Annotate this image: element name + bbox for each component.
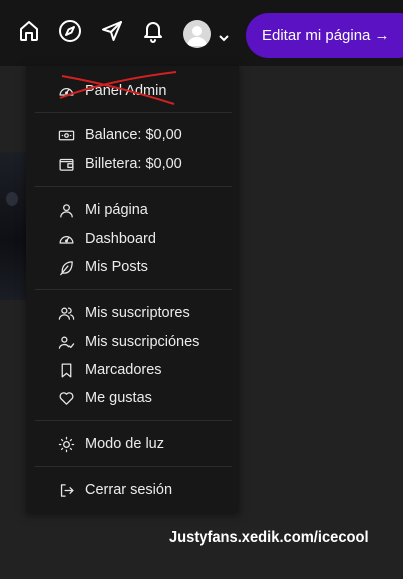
menu-item-my-page[interactable]: Mi página [26,198,239,222]
user-dropdown-menu: Panel Admin Balance: $0,00 Billetera: $0… [26,66,239,513]
avatar[interactable] [183,20,211,48]
menu-item-label: Balance: $0,00 [85,127,182,143]
logout-icon [57,481,75,499]
menu-item-label: Dashboard [85,231,156,247]
bell-icon[interactable] [140,18,166,44]
chevron-down-icon[interactable] [218,28,230,42]
menu-item-label: Billetera: $0,00 [85,156,182,172]
menu-item-wallet[interactable]: Billetera: $0,00 [26,152,239,176]
menu-item-label: Mis suscriptores [85,305,190,321]
background-cover-image [0,152,26,300]
wallet-icon [57,155,75,173]
menu-item-label: Cerrar sesión [85,482,173,498]
menu-divider [35,420,232,421]
users-icon [57,304,75,322]
menu-divider [35,289,232,290]
sun-icon [57,435,75,453]
menu-item-label: Marcadores [85,362,162,378]
menu-divider [35,112,232,113]
bookmark-icon [57,361,75,379]
menu-item-bookmarks[interactable]: Marcadores [26,358,239,382]
menu-item-logout[interactable]: Cerrar sesión [26,478,239,502]
compass-icon[interactable] [57,18,83,44]
menu-item-label: Panel Admin [85,83,167,99]
user-icon [57,201,75,219]
heart-icon [57,389,75,407]
send-icon[interactable] [99,18,125,44]
menu-item-my-subscribers[interactable]: Mis suscriptores [26,301,239,325]
menu-item-label: Modo de luz [85,436,164,452]
edit-my-page-button[interactable]: Editar mi página → [246,13,403,58]
feather-icon [57,258,75,276]
menu-item-my-posts[interactable]: Mis Posts [26,255,239,279]
menu-divider [35,466,232,467]
menu-item-likes[interactable]: Me gustas [26,386,239,410]
menu-item-balance[interactable]: Balance: $0,00 [26,123,239,147]
menu-item-label: Mis Posts [85,259,148,275]
home-icon[interactable] [16,18,42,44]
menu-item-dashboard[interactable]: Dashboard [26,227,239,251]
gauge-icon [57,82,75,100]
menu-item-my-subscriptions[interactable]: Mis suscripciónes [26,330,239,354]
menu-item-label: Mis suscripciónes [85,334,200,350]
menu-item-label: Me gustas [85,390,152,406]
menu-item-light-mode[interactable]: Modo de luz [26,432,239,456]
menu-item-admin-panel[interactable]: Panel Admin [26,79,239,103]
watermark: Justyfans.xedik.com/icecool [169,529,369,546]
banknote-icon [57,126,75,144]
menu-divider [35,186,232,187]
user-check-icon [57,333,75,351]
gauge-icon [57,230,75,248]
menu-item-label: Mi página [85,202,148,218]
